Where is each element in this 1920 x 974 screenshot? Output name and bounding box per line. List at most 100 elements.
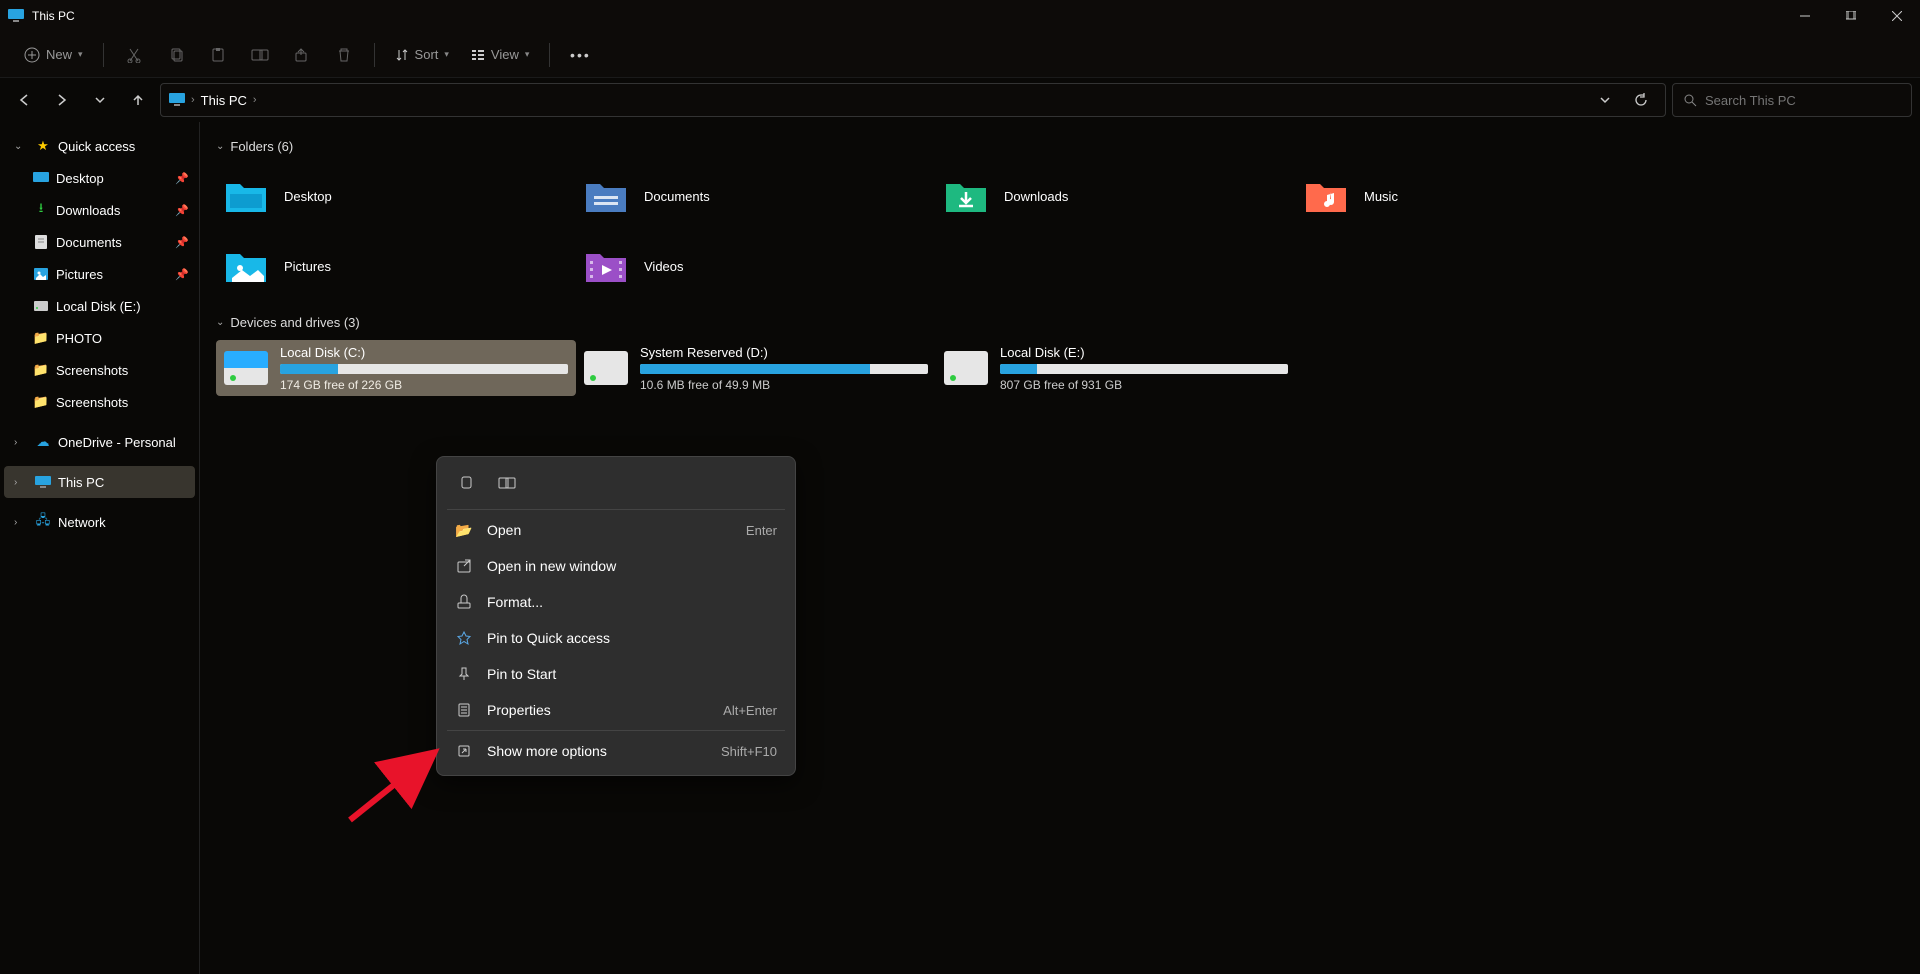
drive-icon (944, 351, 988, 385)
drive-free-text: 10.6 MB free of 49.9 MB (640, 378, 928, 392)
sidebar-item-screenshots-1[interactable]: 📁 Screenshots (4, 354, 195, 386)
share-button[interactable] (284, 37, 320, 73)
sidebar-item-localdisk-e[interactable]: Local Disk (E:) (4, 290, 195, 322)
drive-c[interactable]: Local Disk (C:) 174 GB free of 226 GB (216, 340, 576, 396)
sidebar-network[interactable]: › 🖧 Network (4, 506, 195, 538)
ctx-copy-button[interactable] (449, 467, 485, 499)
chevron-down-icon: ⌄ (216, 317, 224, 328)
view-button[interactable]: View ▾ (463, 37, 537, 73)
sidebar-item-documents[interactable]: Documents 📌 (4, 226, 195, 258)
desktop-icon (32, 172, 50, 184)
sidebar-onedrive[interactable]: › ☁ OneDrive - Personal (4, 426, 195, 458)
folder-open-icon: 📂 (455, 522, 473, 539)
ctx-format[interactable]: Format... (443, 584, 789, 620)
up-button[interactable] (122, 84, 154, 116)
pictures-icon (32, 268, 50, 280)
ctx-show-more[interactable]: Show more options Shift+F10 (443, 733, 789, 769)
drive-usage-bar (1000, 364, 1288, 374)
chevron-right-icon: › (253, 94, 257, 106)
ctx-open[interactable]: 📂 Open Enter (443, 512, 789, 548)
ctx-pin-start[interactable]: Pin to Start (443, 656, 789, 692)
sidebar-item-label: Downloads (56, 203, 120, 218)
search-bar[interactable] (1672, 83, 1912, 117)
drive-name: Local Disk (E:) (1000, 345, 1288, 360)
chevron-down-icon: ⌄ (216, 141, 224, 152)
maximize-button[interactable] (1828, 0, 1874, 32)
drive-d[interactable]: System Reserved (D:) 10.6 MB free of 49.… (576, 340, 936, 396)
paste-button[interactable] (200, 37, 236, 73)
refresh-button[interactable] (1625, 84, 1657, 116)
sort-button[interactable]: Sort ▾ (387, 37, 457, 73)
drive-free-text: 174 GB free of 226 GB (280, 378, 568, 392)
chevron-down-icon: ▾ (78, 49, 83, 60)
separator (103, 43, 104, 67)
chevron-down-icon: ⌄ (14, 141, 28, 152)
thispc-icon (169, 93, 185, 107)
sort-icon (395, 48, 409, 62)
drive-name: System Reserved (D:) (640, 345, 928, 360)
folders-group-header[interactable]: ⌄ Folders (6) (216, 134, 1912, 158)
sidebar-item-label: PHOTO (56, 331, 102, 346)
downloads-icon: ⭳ (32, 199, 50, 221)
ctx-item-label: Format... (487, 594, 543, 610)
ctx-pin-quick-access[interactable]: Pin to Quick access (443, 620, 789, 656)
drive-icon (224, 351, 268, 385)
pictures-folder-icon (224, 244, 268, 288)
sidebar-item-downloads[interactable]: ⭳ Downloads 📌 (4, 194, 195, 226)
delete-button[interactable] (326, 37, 362, 73)
minimize-button[interactable] (1782, 0, 1828, 32)
back-button[interactable] (8, 84, 40, 116)
sidebar-thispc[interactable]: › This PC (4, 466, 195, 498)
sidebar-item-label: Pictures (56, 267, 103, 282)
sidebar-item-label: Desktop (56, 171, 104, 186)
copy-button[interactable] (158, 37, 194, 73)
folder-music[interactable]: Music (1296, 164, 1656, 228)
close-button[interactable] (1874, 0, 1920, 32)
folder-videos[interactable]: Videos (576, 234, 936, 298)
pin-icon (455, 666, 473, 682)
ctx-open-new-window[interactable]: Open in new window (443, 548, 789, 584)
ctx-item-label: Show more options (487, 743, 607, 759)
folder-desktop[interactable]: Desktop (216, 164, 576, 228)
address-bar[interactable]: › This PC › (160, 83, 1666, 117)
ctx-item-label: Properties (487, 702, 551, 718)
ctx-item-label: Pin to Start (487, 666, 556, 682)
context-menu: 📂 Open Enter Open in new window Format..… (436, 456, 796, 776)
breadcrumb-root[interactable]: This PC (201, 93, 247, 108)
sidebar-item-pictures[interactable]: Pictures 📌 (4, 258, 195, 290)
folders-header-label: Folders (6) (230, 139, 293, 154)
sidebar-item-label: Screenshots (56, 395, 128, 410)
sidebar-item-label: Documents (56, 235, 122, 250)
folder-icon: 📁 (32, 394, 50, 410)
separator (447, 509, 785, 510)
recent-dropdown[interactable] (84, 84, 116, 116)
folder-label: Desktop (284, 189, 332, 204)
sidebar-item-photo[interactable]: 📁 PHOTO (4, 322, 195, 354)
rename-button[interactable] (242, 37, 278, 73)
address-dropdown[interactable] (1589, 84, 1621, 116)
sidebar-quick-access[interactable]: ⌄ ★ Quick access (4, 130, 195, 162)
sidebar-item-screenshots-2[interactable]: 📁 Screenshots (4, 386, 195, 418)
new-button[interactable]: New ▾ (16, 37, 91, 73)
more-button[interactable]: ••• (562, 37, 598, 73)
network-icon: 🖧 (34, 511, 52, 533)
titlebar: This PC (0, 0, 1920, 32)
drive-e[interactable]: Local Disk (E:) 807 GB free of 931 GB (936, 340, 1296, 396)
ctx-item-label: Open (487, 522, 521, 538)
folder-documentsems[interactable]: Documents (576, 164, 936, 228)
sort-label: Sort (415, 47, 439, 62)
properties-icon (455, 702, 473, 718)
cut-button[interactable] (116, 37, 152, 73)
folder-pictures[interactable]: Pictures (216, 234, 576, 298)
ctx-rename-button[interactable] (489, 467, 525, 499)
pin-icon: 📌 (175, 236, 189, 249)
folder-icon: 📁 (32, 362, 50, 378)
search-input[interactable] (1705, 93, 1901, 108)
separator (447, 730, 785, 731)
folder-downloads[interactable]: Downloads (936, 164, 1296, 228)
forward-button[interactable] (46, 84, 78, 116)
drives-group-header[interactable]: ⌄ Devices and drives (3) (216, 310, 1912, 334)
sidebar-item-label: Local Disk (E:) (56, 299, 141, 314)
ctx-properties[interactable]: Properties Alt+Enter (443, 692, 789, 728)
sidebar-item-desktop[interactable]: Desktop 📌 (4, 162, 195, 194)
